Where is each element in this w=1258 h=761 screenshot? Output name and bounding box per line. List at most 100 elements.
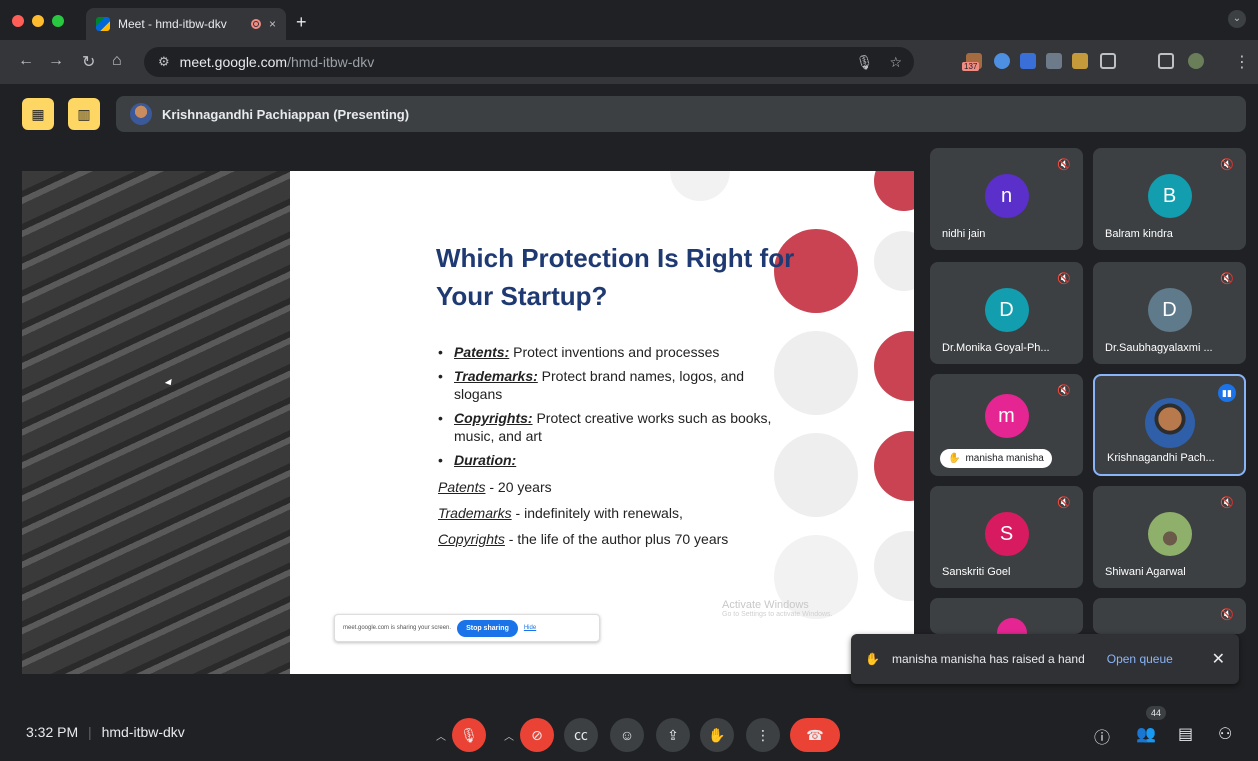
home-icon[interactable]: ⌂ [112,52,122,70]
slide-title: Which Protection Is Right for Your Start… [436,243,795,311]
participant-name: Dr.Monika Goyal-Ph... [942,342,1050,354]
reactions-button[interactable]: ☺ [610,718,644,752]
video-options-chevron-icon[interactable]: ︿ [504,728,514,743]
tab-search-icon[interactable]: ⌄ [1228,10,1246,28]
participant-name: manisha manisha [965,453,1044,464]
raised-hand-notification: ✋ manisha manisha has raised a hand Open… [851,634,1239,684]
pin-presentation-icon[interactable]: ▥ [68,98,100,130]
participant-tile[interactable]: 🔇 D Dr.Saubhagyalaxmi ... [1093,262,1246,364]
slide-decor-dot [874,531,914,601]
chat-icon[interactable]: ▤ [1178,724,1193,744]
raised-hand-icon: ✋ [865,652,880,666]
participant-tile-partial[interactable]: 🔇 [1093,598,1246,634]
tab-close-icon[interactable]: × [269,17,276,31]
close-icon[interactable]: ✕ [1212,649,1225,669]
forward-icon[interactable]: → [48,52,64,70]
participant-name: Krishnagandhi Pach... [1107,452,1215,464]
slide-background-image [22,171,290,674]
slide-decor-dot [670,171,730,201]
clock-time: 3:32 PM [26,724,79,740]
participant-tile[interactable]: 🔇 B Balram kindra [1093,148,1246,250]
speaking-indicator-icon: ▮▮ [1218,384,1236,402]
participant-name: Shiwani Agarwal [1105,566,1186,578]
extension-icon[interactable] [1072,53,1088,69]
participant-name: Dr.Saubhagyalaxmi ... [1105,342,1213,354]
back-icon[interactable]: ← [18,52,34,70]
maximize-window-button[interactable] [52,15,64,27]
shared-screen: Which Protection Is Right for Your Start… [22,171,914,674]
meet-favicon-icon [96,17,110,31]
meeting-code: hmd-itbw-dkv [101,724,185,740]
participant-name: nidhi jain [942,228,986,240]
extension-icon[interactable] [994,53,1010,69]
new-tab-button[interactable]: + [296,12,307,33]
participant-tile[interactable]: 🔇 n nidhi jain [930,148,1083,250]
camera-toggle-button[interactable]: ⊘ [520,718,554,752]
captions-button[interactable]: ㏄ [564,718,598,752]
mic-off-icon: 🔇 [1220,609,1234,621]
extensions-puzzle-icon[interactable] [1100,53,1116,69]
hang-up-icon: ☎ [806,727,824,743]
avatar: n [984,174,1029,218]
duration-line: Copyrights - the life of the author plus… [438,531,729,547]
address-bar[interactable]: ⚙ meet.google.com/hmd-itbw-dkv 🎙 ☆ [144,47,914,77]
presenter-avatar [130,103,152,125]
microphone-toggle-button[interactable]: 🎙 [452,718,486,752]
emoji-icon: ☺ [619,727,635,743]
raise-hand-button[interactable]: ✋ [700,718,734,752]
minimize-window-button[interactable] [32,15,44,27]
tab-title: Meet - hmd-itbw-dkv [118,17,227,31]
microphone-icon[interactable]: 🎙 [856,54,874,71]
avatar: B [1147,174,1192,218]
slide-bullet: Patents: Protect inventions and processe… [436,343,796,361]
hide-share-notice-link[interactable]: Hide [524,625,536,631]
slide-bullet: Duration: [436,451,796,469]
browser-menu-icon[interactable]: ⋮ [1234,52,1250,72]
avatar: D [1147,288,1192,332]
participant-tile[interactable]: 🔇 m ✋ manisha manisha [930,374,1083,476]
present-screen-button[interactable]: ⇪ [656,718,690,752]
recording-icon [250,19,261,29]
more-options-button[interactable]: ⋮ [746,718,780,752]
meeting-details-icon[interactable]: ⓘ [1094,724,1110,748]
slide-decor-dot [874,431,914,501]
stop-sharing-button[interactable]: Stop sharing [457,619,518,637]
participant-tile-partial[interactable] [930,598,1083,634]
browser-tab-bar: Meet - hmd-itbw-dkv × + ⌄ [0,0,1258,40]
audio-options-chevron-icon[interactable]: ︿ [436,728,446,743]
participant-tile[interactable]: 🔇 Shiwani Agarwal [1093,486,1246,588]
participant-tile[interactable]: 🔇 D Dr.Monika Goyal-Ph... [930,262,1083,364]
more-vert-icon: ⋮ [756,727,770,743]
participant-name: Balram kindra [1105,228,1173,240]
avatar: m [984,394,1029,438]
presentation-layout-icon[interactable]: ▦ [22,98,54,130]
avatar: D [984,288,1029,332]
extension-icon[interactable] [1046,53,1062,69]
mic-off-icon: 🔇 [1220,497,1234,509]
people-icon[interactable]: 👥 [1136,724,1156,744]
extension-icon[interactable] [1020,53,1036,69]
hand-icon: ✋ [708,727,726,743]
slide-decor-dot [874,171,914,211]
leave-call-button[interactable]: ☎ [790,718,840,752]
raised-hand-icon: ✋ [948,453,961,464]
open-queue-button[interactable]: Open queue [1107,652,1173,666]
captions-icon: ㏄ [574,727,588,743]
mic-off-icon: 🔇 [1057,159,1071,171]
reload-icon[interactable]: ↻ [82,52,95,72]
participant-photo [1147,512,1192,556]
mic-off-icon: 🔇 [1057,385,1071,397]
bookmark-star-icon[interactable]: ☆ [889,54,902,71]
side-panel-icon[interactable] [1158,53,1174,69]
duration-line: Trademarks - indefinitely with renewals, [438,505,683,521]
participant-tile-active-speaker[interactable]: ▮▮ Krishnagandhi Pach... [1093,374,1246,476]
activities-icon[interactable]: ⚇ [1218,724,1232,744]
profile-avatar[interactable] [1188,53,1204,69]
close-window-button[interactable] [12,15,24,27]
participant-tile[interactable]: 🔇 S Sanskriti Goel [930,486,1083,588]
presentation-slide: Which Protection Is Right for Your Start… [290,171,914,674]
notification-text: manisha manisha has raised a hand [891,652,1085,666]
mic-off-icon: 🔇 [1220,273,1234,285]
browser-tab[interactable]: Meet - hmd-itbw-dkv × [86,8,286,40]
site-info-icon[interactable]: ⚙ [158,54,170,70]
